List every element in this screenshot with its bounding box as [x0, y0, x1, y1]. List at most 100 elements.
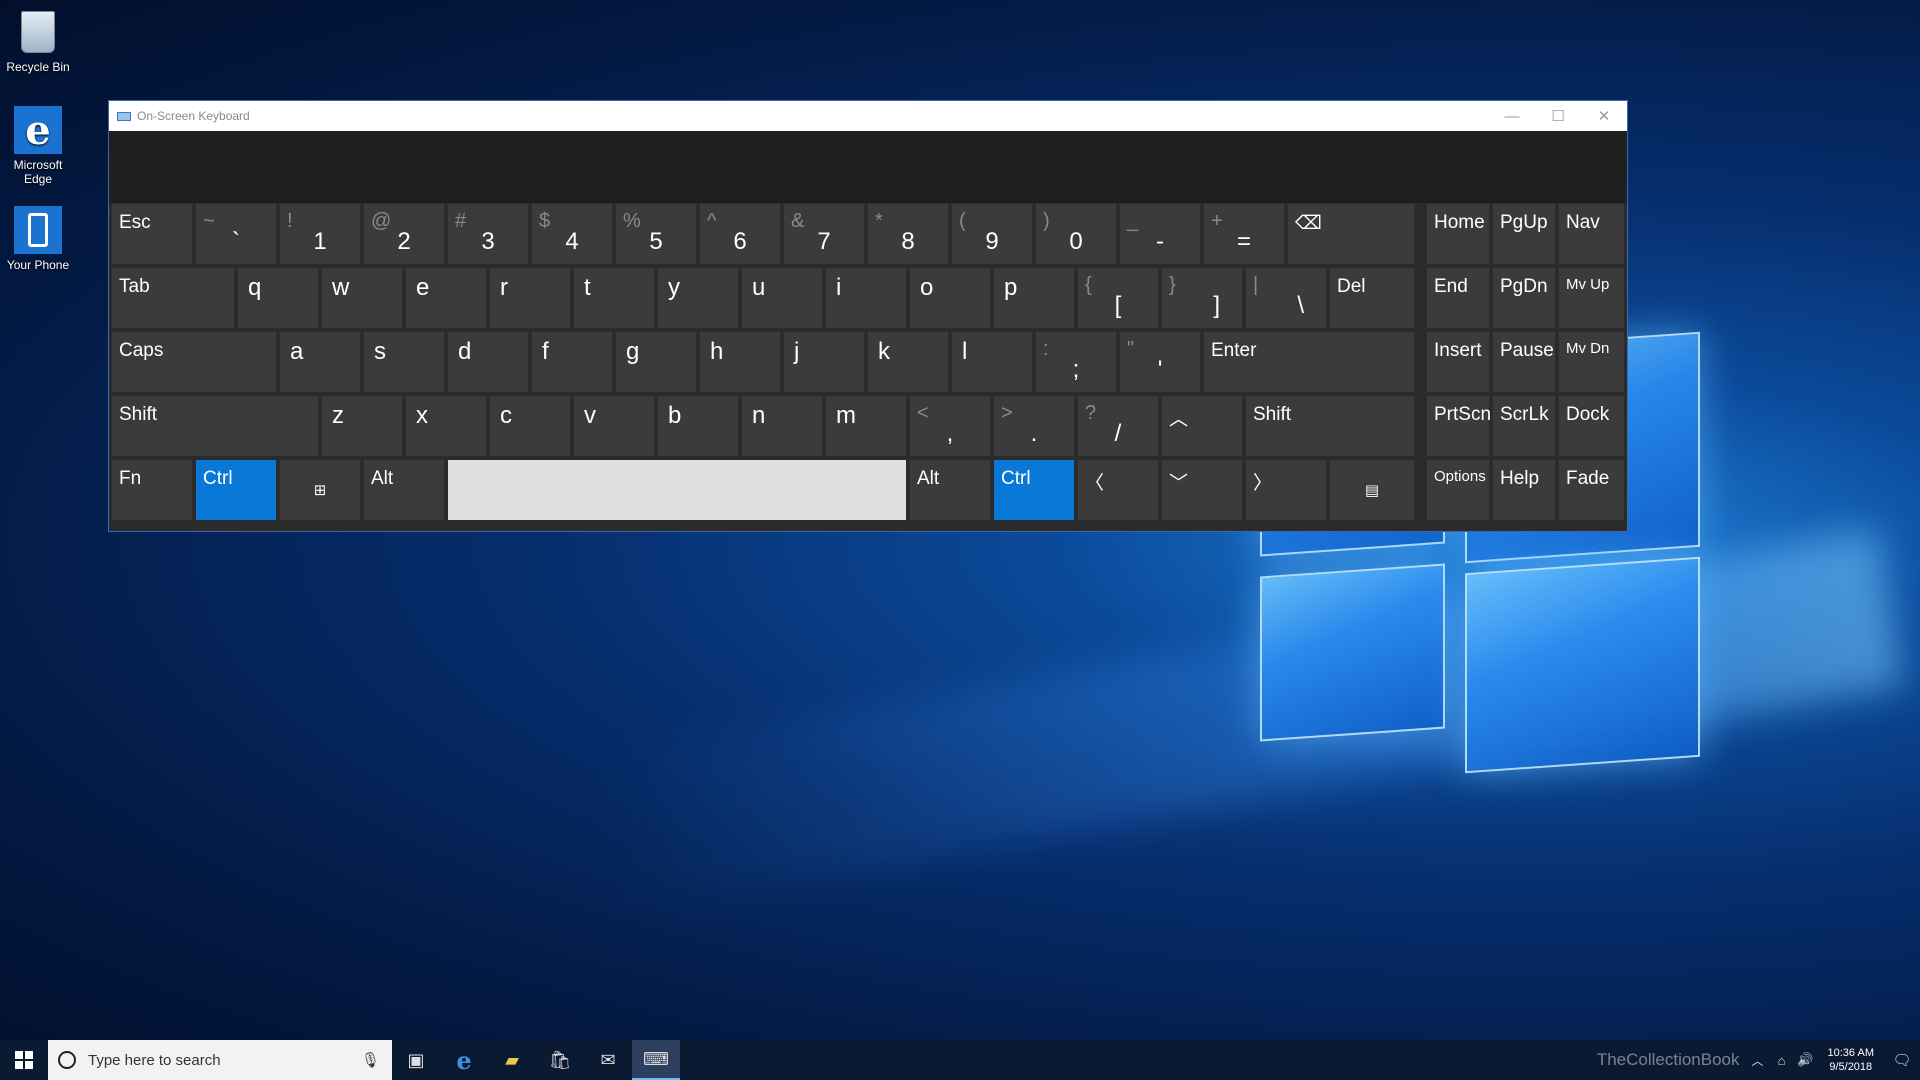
- key-mv-up[interactable]: Mv Up: [1559, 268, 1624, 328]
- key-period[interactable]: >.: [994, 396, 1074, 456]
- key-e[interactable]: e: [406, 268, 486, 328]
- key-space[interactable]: [448, 460, 906, 520]
- key-u[interactable]: u: [742, 268, 822, 328]
- key-home[interactable]: Home: [1427, 204, 1489, 264]
- key-del[interactable]: Del: [1330, 268, 1414, 328]
- key-v[interactable]: v: [574, 396, 654, 456]
- key-z[interactable]: z: [322, 396, 402, 456]
- key-alt-right[interactable]: Alt: [910, 460, 990, 520]
- key-1[interactable]: ! 1: [280, 204, 360, 264]
- key-6[interactable]: ^ 6: [700, 204, 780, 264]
- key-ctrl-left[interactable]: Ctrl: [196, 460, 276, 520]
- key-left-arrow[interactable]: 〈: [1078, 460, 1158, 520]
- maximize-button[interactable]: ☐: [1535, 101, 1581, 131]
- key-windows[interactable]: ⊞: [280, 460, 360, 520]
- microphone-icon[interactable]: 🎙: [361, 1051, 380, 1069]
- title-bar[interactable]: On-Screen Keyboard — ☐ ✕: [109, 101, 1627, 131]
- key-s[interactable]: s: [364, 332, 444, 392]
- key-j[interactable]: j: [784, 332, 864, 392]
- key-scrlk[interactable]: ScrLk: [1493, 396, 1555, 456]
- key-x[interactable]: x: [406, 396, 486, 456]
- key-q[interactable]: q: [238, 268, 318, 328]
- task-view-icon[interactable]: ▣: [392, 1040, 440, 1080]
- key-shift-right[interactable]: Shift: [1246, 396, 1414, 456]
- key-backspace[interactable]: ⌫: [1288, 204, 1414, 264]
- key-b[interactable]: b: [658, 396, 738, 456]
- key-pause[interactable]: Pause: [1493, 332, 1555, 392]
- key-2[interactable]: @2: [364, 204, 444, 264]
- key-i[interactable]: i: [826, 268, 906, 328]
- key-a[interactable]: a: [280, 332, 360, 392]
- key-options[interactable]: Options: [1427, 460, 1489, 520]
- key-h[interactable]: h: [700, 332, 780, 392]
- key-help[interactable]: Help: [1493, 460, 1555, 520]
- desktop-icon-edge[interactable]: e Microsoft Edge: [2, 106, 74, 186]
- key-pgdn[interactable]: PgDn: [1493, 268, 1555, 328]
- key-backslash[interactable]: | \: [1246, 268, 1326, 328]
- key-g[interactable]: g: [616, 332, 696, 392]
- key-backtick[interactable]: ~ `: [196, 204, 276, 264]
- key-t[interactable]: t: [574, 268, 654, 328]
- file-explorer-icon[interactable]: ▰: [488, 1040, 536, 1080]
- key-insert[interactable]: Insert: [1427, 332, 1489, 392]
- key-o[interactable]: o: [910, 268, 990, 328]
- key-slash[interactable]: ? /: [1078, 396, 1158, 456]
- key-right-bracket[interactable]: }]: [1162, 268, 1242, 328]
- key-shift-left[interactable]: Shift: [112, 396, 318, 456]
- key-comma[interactable]: <,: [910, 396, 990, 456]
- desktop-icon-your-phone[interactable]: Your Phone: [2, 206, 74, 272]
- key-mv-dn[interactable]: Mv Dn: [1559, 332, 1624, 392]
- key-end[interactable]: End: [1427, 268, 1489, 328]
- minimize-button[interactable]: —: [1489, 101, 1535, 131]
- key-left-bracket[interactable]: {[: [1078, 268, 1158, 328]
- key-n[interactable]: n: [742, 396, 822, 456]
- key-up-arrow[interactable]: ︿: [1162, 396, 1242, 456]
- action-center-icon[interactable]: 🗨: [1884, 1040, 1920, 1080]
- key-caps[interactable]: Caps: [112, 332, 276, 392]
- key-8[interactable]: * 8: [868, 204, 948, 264]
- network-icon[interactable]: ⌂: [1770, 1040, 1794, 1080]
- key-pgup[interactable]: PgUp: [1493, 204, 1555, 264]
- key-right-arrow[interactable]: 〉: [1246, 460, 1326, 520]
- key-dock[interactable]: Dock: [1559, 396, 1624, 456]
- key-3[interactable]: #3: [448, 204, 528, 264]
- key-esc[interactable]: Esc: [112, 204, 192, 264]
- key-nav[interactable]: Nav: [1559, 204, 1624, 264]
- key-5[interactable]: % 5: [616, 204, 696, 264]
- key-c[interactable]: c: [490, 396, 570, 456]
- desktop-icon-recycle-bin[interactable]: Recycle Bin: [2, 8, 74, 74]
- mail-icon[interactable]: ✉: [584, 1040, 632, 1080]
- store-icon[interactable]: 🛍: [536, 1040, 584, 1080]
- key-semicolon[interactable]: :;: [1036, 332, 1116, 392]
- key-f[interactable]: f: [532, 332, 612, 392]
- key-l[interactable]: l: [952, 332, 1032, 392]
- key-0[interactable]: ) 0: [1036, 204, 1116, 264]
- key-down-arrow[interactable]: ﹀: [1162, 460, 1242, 520]
- osk-taskbar-icon[interactable]: ⌨: [632, 1040, 680, 1080]
- search-box[interactable]: Type here to search 🎙: [48, 1040, 392, 1080]
- key-k[interactable]: k: [868, 332, 948, 392]
- volume-icon[interactable]: 🔊: [1794, 1040, 1818, 1080]
- key-menu[interactable]: ▤: [1330, 460, 1414, 520]
- key-m[interactable]: m: [826, 396, 906, 456]
- key-r[interactable]: r: [490, 268, 570, 328]
- key-ctrl-right[interactable]: Ctrl: [994, 460, 1074, 520]
- key-p[interactable]: p: [994, 268, 1074, 328]
- key-minus[interactable]: _ -: [1120, 204, 1200, 264]
- key-equals[interactable]: + =: [1204, 204, 1284, 264]
- key-quote[interactable]: " ': [1120, 332, 1200, 392]
- key-fade[interactable]: Fade: [1559, 460, 1624, 520]
- start-button[interactable]: [0, 1040, 48, 1080]
- key-9[interactable]: (9: [952, 204, 1032, 264]
- key-tab[interactable]: Tab: [112, 268, 234, 328]
- key-w[interactable]: w: [322, 268, 402, 328]
- key-y[interactable]: y: [658, 268, 738, 328]
- key-4[interactable]: $4: [532, 204, 612, 264]
- chevron-up-icon[interactable]: ︿: [1746, 1040, 1770, 1080]
- key-d[interactable]: d: [448, 332, 528, 392]
- key-prtscn[interactable]: PrtScn: [1427, 396, 1491, 456]
- key-7[interactable]: & 7: [784, 204, 864, 264]
- key-alt-left[interactable]: Alt: [364, 460, 444, 520]
- edge-taskbar-icon[interactable]: e: [440, 1040, 488, 1080]
- close-button[interactable]: ✕: [1581, 101, 1627, 131]
